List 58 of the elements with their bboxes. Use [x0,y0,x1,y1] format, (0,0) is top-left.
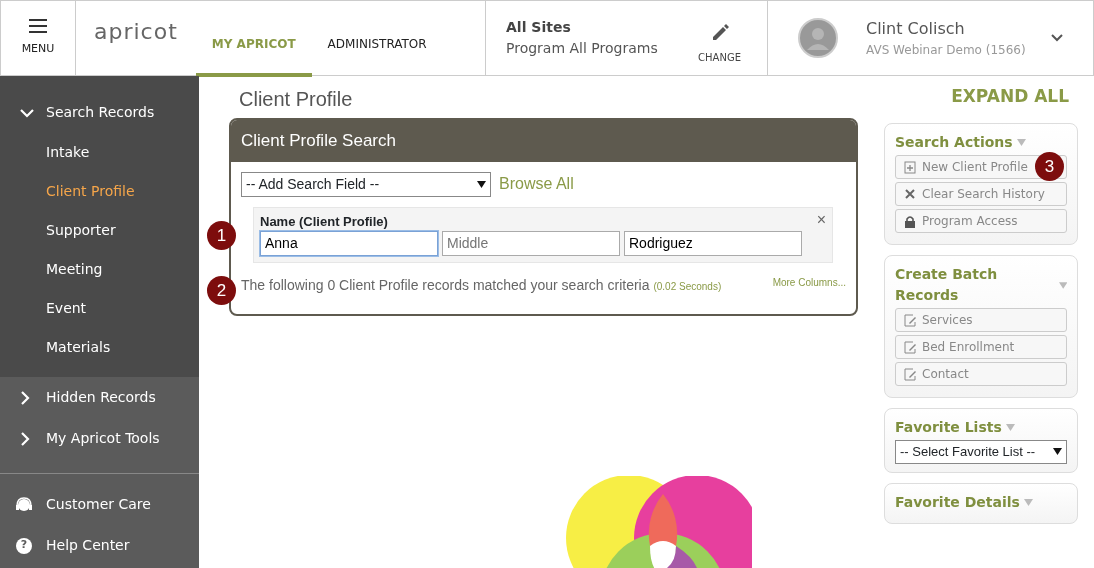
caret-icon [1005,424,1015,431]
user-name: Clint Colisch [866,18,966,40]
callout-marker: 2 [207,276,236,305]
headset-icon [16,496,32,513]
page-title: Client Profile [239,87,353,112]
program-label: Program All Programs [506,39,659,58]
action-button[interactable]: Program Access [895,209,1067,233]
add-icon [904,160,916,174]
sidebar-item[interactable]: Materials [0,328,199,377]
change-button[interactable]: CHANGE [692,10,747,66]
logo[interactable]: apricot [94,14,178,48]
sidebar-group[interactable]: Hidden Records [0,377,199,418]
action-button[interactable]: Services [895,308,1067,332]
name-input[interactable]: Anna [260,231,438,256]
pencil-icon [710,24,729,42]
menu-icon [29,18,47,33]
edit-icon [904,340,916,354]
site-title: All Sites [506,18,572,37]
action-button[interactable]: Clear Search History [895,182,1067,206]
name-input[interactable]: Rodriguez [624,231,802,256]
sidebar-item[interactable]: Client Profile [0,172,199,211]
sidebar-group[interactable]: Search Records [0,76,199,133]
result-text: The following 0 Client Profile records matched your search criteria (0.02 Seconds) [241,276,722,295]
avatar-icon [798,18,838,58]
close-icon [904,187,916,201]
menu-button[interactable]: MENU [1,1,76,75]
sidebar-item[interactable]: Supporter [0,211,199,250]
sidebar-group[interactable]: My Apricot Tools [0,418,199,459]
favorite-list-select[interactable]: -- Select Favorite List -- [895,440,1067,464]
edit-icon [904,367,916,381]
lock-icon [904,214,916,228]
organization-label: AVS Webinar Demo (1566) [866,42,1027,59]
panel-heading[interactable]: Favorite Lists [895,417,1067,438]
close-icon[interactable]: × [816,207,826,232]
name-input[interactable]: Middle [442,231,620,256]
panel-heading[interactable]: Search Actions [895,132,1067,153]
sidebar-item[interactable]: Meeting [0,250,199,289]
help-icon: ? [16,537,32,554]
chevron-down-icon[interactable] [1051,34,1063,42]
caret-icon [1023,498,1033,506]
add-field-select[interactable]: -- Add Search Field -- [241,171,491,197]
edit-icon [904,313,916,327]
sidebar-link[interactable]: ? Help Center [0,523,199,564]
panel-title: Client Profile Search [231,120,856,162]
callout-marker: 1 [207,221,236,250]
dropdown-arrow-icon [1053,448,1062,456]
panel-heading[interactable]: Favorite Details [895,491,1067,513]
dropdown-arrow-icon [477,180,486,188]
caret-icon [1016,139,1026,146]
caret-icon [1058,281,1067,289]
nav-tab[interactable]: ADMINISTRATOR [311,1,443,77]
action-button[interactable]: Contact [895,362,1067,386]
panel-heading[interactable]: Create Batch Records [895,264,1067,306]
sidebar-item[interactable]: Event [0,289,199,328]
sidebar-item[interactable]: Intake [0,133,199,172]
field-label: Name (Client Profile) [260,212,388,231]
sidebar-link[interactable]: Customer Care [0,482,199,523]
action-button[interactable]: Bed Enrollment [895,335,1067,359]
